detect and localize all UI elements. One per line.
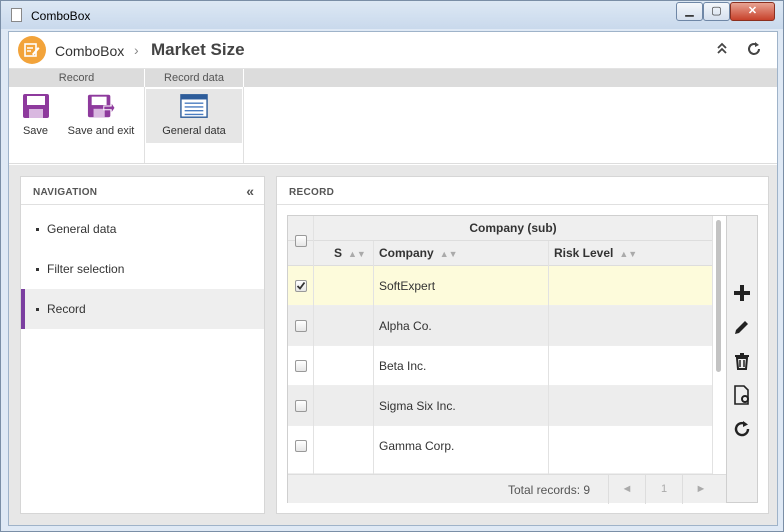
company-cell: Beta Inc. [379, 359, 427, 373]
column-divider [712, 216, 713, 474]
nav-item-filter-selection[interactable]: Filter selection [21, 249, 264, 289]
ribbon-header-fill [244, 69, 777, 87]
ribbon-toolbar: Record Record data Save Save and exit Ge… [9, 69, 777, 164]
record-panel: RECORD Company (sub) S ▲▼ Company ▲▼ Risk … [276, 176, 769, 514]
client-area: ComboBox › Market Size Record Record dat… [8, 31, 778, 526]
minimize-button[interactable]: ▁ [676, 2, 703, 21]
column-company[interactable]: Company ▲▼ [379, 241, 458, 266]
document-icon [11, 8, 22, 22]
company-cell: Sigma Six Inc. [379, 399, 456, 413]
page-number[interactable]: 1 [645, 475, 682, 504]
record-toolbar [726, 215, 758, 503]
column-company-label: Company [379, 246, 434, 260]
total-records: Total records: 9 [508, 483, 591, 497]
bullet-icon [36, 308, 39, 311]
save-and-exit-label: Save and exit [67, 125, 135, 137]
close-button[interactable]: ✕ [730, 2, 775, 21]
window-title: ComboBox [31, 9, 91, 23]
column-risk-level[interactable]: Risk Level ▲▼ [554, 241, 637, 266]
group-header-label: Company (sub) [469, 221, 557, 235]
ribbon-separator [144, 87, 145, 163]
chevrons-up-icon[interactable] [712, 41, 732, 61]
save-label: Save [22, 125, 49, 137]
next-page-button[interactable]: ► [682, 475, 719, 504]
general-data-button[interactable]: General data [146, 89, 242, 143]
table-row[interactable]: Gamma Corp. [288, 426, 712, 474]
ribbon-group-record-data: Record data [145, 69, 243, 87]
document-settings-icon[interactable] [727, 380, 757, 408]
app-header: ComboBox › Market Size [9, 32, 777, 69]
table-row[interactable]: Alpha Co. [288, 306, 712, 346]
bullet-icon [36, 228, 39, 231]
row-checkbox[interactable] [295, 280, 307, 292]
breadcrumb-separator: › [134, 42, 139, 58]
app-name[interactable]: ComboBox [55, 43, 124, 59]
refresh-icon[interactable] [744, 41, 764, 61]
navigation-title: NAVIGATION [21, 177, 264, 205]
general-data-label: General data [162, 125, 226, 137]
row-checkbox[interactable] [295, 440, 307, 452]
save-exit-icon [87, 94, 115, 118]
app-logo [18, 36, 46, 64]
column-divider [373, 241, 374, 474]
company-cell: Alpha Co. [379, 319, 432, 333]
table-row[interactable]: Beta Inc. [288, 346, 712, 386]
title-bar: ComboBox ▁ ▢ ✕ [1, 1, 783, 29]
record-title: RECORD [277, 177, 768, 205]
table-row[interactable]: SoftExpert [288, 266, 712, 306]
nav-item-general-data[interactable]: General data [21, 209, 264, 249]
row-checkbox[interactable] [295, 360, 307, 372]
row-checkbox[interactable] [295, 400, 307, 412]
general-data-icon [180, 94, 208, 118]
column-divider [548, 241, 549, 474]
grid-footer: Total records: 9 ◄ 1 ► [288, 474, 727, 504]
ribbon-group-record: Record [9, 69, 144, 87]
row-checkbox[interactable] [295, 320, 307, 332]
nav-item-label: Record [47, 302, 86, 316]
nav-item-label: Filter selection [47, 262, 125, 276]
nav-item-label: General data [47, 222, 117, 236]
grid-group-header: Company (sub) [288, 216, 712, 241]
company-cell: SoftExpert [379, 279, 436, 293]
edit-icon[interactable] [727, 312, 757, 340]
company-cell: Gamma Corp. [379, 439, 455, 453]
sort-icon: ▲▼ [439, 249, 458, 259]
column-s[interactable]: S ▲▼ [334, 241, 366, 266]
save-and-exit-button[interactable]: Save and exit [65, 89, 137, 143]
save-icon [22, 94, 49, 118]
add-icon[interactable] [727, 278, 757, 306]
refresh-icon[interactable] [727, 414, 757, 442]
sort-icon: ▲▼ [348, 249, 366, 259]
previous-page-button[interactable]: ◄ [608, 475, 645, 504]
maximize-button[interactable]: ▢ [703, 2, 730, 21]
page-title: Market Size [151, 40, 245, 59]
logo-icon [24, 43, 40, 57]
column-s-label: S [334, 246, 343, 260]
delete-icon[interactable] [727, 346, 757, 374]
grid-column-header: S ▲▼ Company ▲▼ Risk Level ▲▼ [288, 241, 712, 266]
save-button[interactable]: Save [13, 89, 58, 143]
record-grid: Company (sub) S ▲▼ Company ▲▼ Risk Level ▲▼… [287, 215, 728, 504]
bullet-icon [36, 268, 39, 271]
sort-icon: ▲▼ [619, 249, 638, 259]
column-risk-level-label: Risk Level [554, 246, 614, 260]
ribbon-separator [243, 87, 244, 163]
navigation-panel: NAVIGATION « General data Filter selecti… [20, 176, 265, 514]
vertical-scrollbar[interactable] [716, 220, 721, 372]
main-area: NAVIGATION « General data Filter selecti… [9, 165, 777, 525]
collapse-navigation-icon[interactable]: « [246, 183, 254, 199]
nav-item-record[interactable]: Record [21, 289, 264, 329]
window: ComboBox ▁ ▢ ✕ ComboBox › Market Size Re… [0, 0, 784, 532]
select-all-checkbox[interactable] [295, 235, 307, 247]
table-row[interactable]: Sigma Six Inc. [288, 386, 712, 426]
column-divider [313, 216, 314, 474]
